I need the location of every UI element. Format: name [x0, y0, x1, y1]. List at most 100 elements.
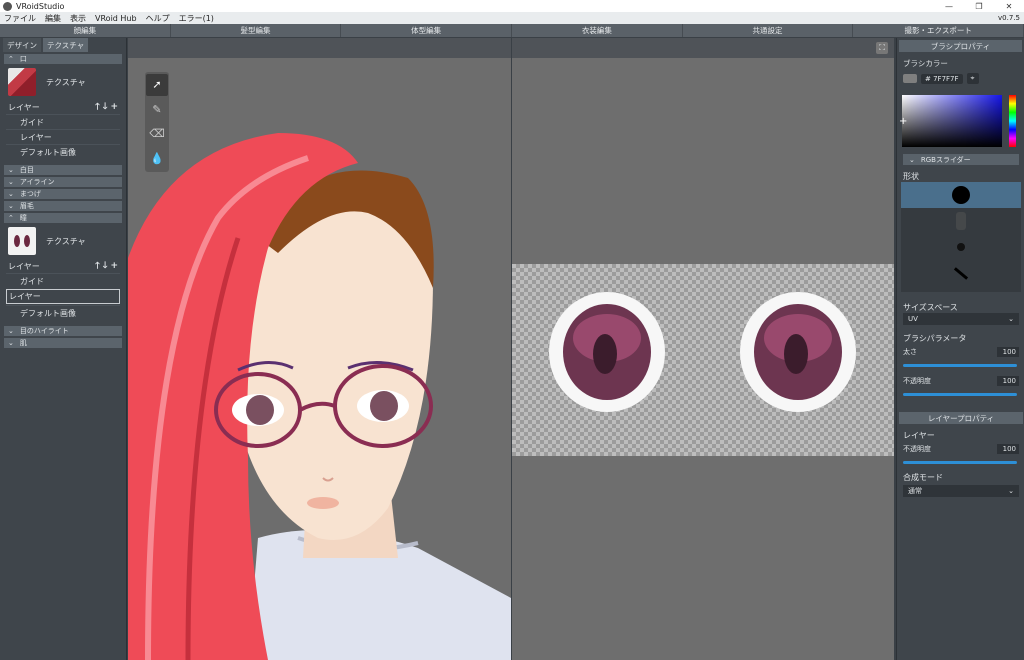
layer-opacity-input[interactable]: 100 — [997, 444, 1019, 454]
mode-tabs: 顔編集 髪型編集 体型編集 衣装編集 共通設定 撮影・エクスポート — [0, 24, 1024, 37]
thickness-input[interactable]: 100 — [997, 347, 1019, 357]
tab-texture[interactable]: テクスチャ — [43, 38, 89, 52]
menu-vroid-hub[interactable]: VRoid Hub — [95, 14, 137, 23]
blend-mode-select[interactable]: 通常 ⌄ — [903, 485, 1019, 497]
rgb-slider-toggle[interactable]: ⌄ RGBスライダー — [903, 154, 1019, 165]
pen-tool-icon[interactable]: ✎ — [146, 99, 168, 121]
hue-slider[interactable] — [1009, 95, 1016, 147]
opacity-slider[interactable] — [903, 393, 1017, 396]
opacity-input[interactable]: 100 — [997, 376, 1019, 386]
layer-item-layer[interactable]: レイヤー — [6, 129, 120, 144]
move-down-icon[interactable]: 🡓 — [103, 102, 108, 112]
section-eyeline[interactable]: ⌄ アイライン — [4, 177, 122, 187]
layer-label: レイヤー — [8, 261, 40, 271]
thickness-label: 太さ — [903, 348, 917, 356]
blend-mode-label: 合成モード — [903, 473, 943, 482]
layer-item-layer-selected[interactable]: レイヤー — [6, 289, 120, 304]
layer-item-guide[interactable]: ガイド — [6, 114, 120, 129]
texture-label: テクスチャ — [46, 236, 86, 246]
section-skin[interactable]: ⌄ 肌 — [4, 338, 122, 348]
brush-color-label: ブラシカラー — [903, 59, 948, 68]
size-space-label: サイズスペース — [903, 303, 958, 312]
texture-thumbnail — [8, 68, 36, 96]
section-mouth[interactable]: ⌃ 口 — [4, 54, 122, 64]
layer-section-label: レイヤー — [903, 431, 935, 440]
menu-view[interactable]: 表示 — [70, 13, 86, 24]
3d-viewport[interactable] — [128, 38, 511, 660]
tab-photo-export[interactable]: 撮影・エクスポート — [853, 24, 1024, 37]
maximize-icon[interactable]: ❐ — [964, 0, 994, 12]
layer-item-default[interactable]: デフォルト画像 — [6, 144, 120, 159]
tab-common-settings[interactable]: 共通設定 — [683, 24, 854, 37]
brush-shape-soft[interactable] — [901, 208, 1021, 234]
layer-item-guide[interactable]: ガイド — [6, 273, 120, 288]
title-bar: VRoidStudio — ❐ ✕ — [0, 0, 1024, 12]
select-tool-icon[interactable]: ➚ — [146, 74, 168, 96]
chevron-down-icon: ⌄ — [8, 166, 14, 174]
texture-label: テクスチャ — [46, 77, 86, 87]
texture-editor-canvas[interactable]: ⛶ — [512, 38, 894, 660]
brush-shape-round-hard[interactable] — [901, 182, 1021, 208]
brush-params-label: ブラシパラメータ — [903, 334, 967, 343]
section-eye-highlight[interactable]: ⌄ 目のハイライト — [4, 326, 122, 336]
texture-row-mouth[interactable]: テクスチャ — [0, 64, 126, 100]
tab-outfit-edit[interactable]: 衣装編集 — [512, 24, 683, 37]
color-picker-field[interactable]: + — [899, 95, 1002, 147]
app-logo-icon — [3, 1, 12, 11]
brush-color-swatch[interactable] — [903, 74, 917, 83]
chevron-up-icon: ⌃ — [8, 55, 14, 63]
eraser-tool-icon[interactable]: ⌫ — [146, 123, 168, 145]
layer-label: レイヤー — [8, 102, 40, 112]
move-down-icon[interactable]: 🡓 — [103, 261, 108, 271]
iris-texture — [549, 292, 856, 412]
tab-body-edit[interactable]: 体型編集 — [341, 24, 513, 37]
menu-errors[interactable]: エラー(1) — [179, 13, 214, 24]
menu-help[interactable]: ヘルプ — [146, 13, 170, 24]
tab-face-edit[interactable]: 顔編集 — [0, 24, 171, 37]
add-layer-icon[interactable]: + — [110, 102, 118, 112]
layer-item-default[interactable]: デフォルト画像 — [6, 305, 120, 320]
section-eyebrow[interactable]: ⌄ 眉毛 — [4, 201, 122, 211]
layer-opacity-slider[interactable] — [903, 461, 1017, 464]
chevron-down-icon: ⌄ — [8, 190, 14, 198]
layer-opacity-label: 不透明度 — [903, 445, 931, 453]
version-label: v0.7.5 — [998, 14, 1020, 22]
eyedropper-icon[interactable]: ⌖ — [966, 73, 979, 84]
menu-edit[interactable]: 編集 — [45, 13, 61, 24]
section-iris[interactable]: ⌃ 瞳 — [4, 213, 122, 223]
chevron-down-icon: ⌄ — [1008, 315, 1014, 323]
texture-row-iris[interactable]: テクスチャ — [0, 223, 126, 259]
brush-properties-header: ブラシプロパティ — [899, 40, 1022, 52]
thickness-slider[interactable] — [903, 364, 1017, 367]
opacity-label: 不透明度 — [903, 377, 931, 385]
tab-design[interactable]: デザイン — [3, 38, 41, 52]
layer-properties-header: レイヤープロパティ — [899, 412, 1023, 424]
left-panel: デザイン テクスチャ ⌃ 口 テクスチャ レイヤー 🡑 🡓 + ガイド レイヤー デフ… — [0, 38, 127, 660]
tool-palette: ➚ ✎ ⌫ 💧 — [145, 72, 169, 172]
chevron-up-icon: ⌃ — [8, 214, 14, 222]
brush-shape-list — [901, 182, 1021, 292]
menu-bar: ファイル 編集 表示 VRoid Hub ヘルプ エラー(1) v0.7.5 — [0, 12, 1024, 24]
texture-thumbnail — [8, 227, 36, 255]
chevron-down-icon: ⌄ — [909, 155, 915, 164]
chevron-down-icon: ⌄ — [1008, 487, 1014, 495]
close-icon[interactable]: ✕ — [994, 0, 1024, 12]
minimize-icon[interactable]: — — [934, 0, 964, 12]
tab-hair-edit[interactable]: 髪型編集 — [171, 24, 342, 37]
chevron-down-icon: ⌄ — [8, 327, 14, 335]
right-panel: ブラシプロパティ ブラシカラー # 7F7F7F ⌖ + ⌄ RGBスライダー 形… — [896, 38, 1024, 660]
brush-shape-small[interactable] — [901, 234, 1021, 260]
section-white-eye[interactable]: ⌄ 白目 — [4, 165, 122, 175]
shape-label: 形状 — [903, 172, 919, 181]
hex-color-input[interactable]: # 7F7F7F — [921, 73, 963, 84]
picker-cursor-icon: + — [899, 116, 908, 127]
add-layer-icon[interactable]: + — [110, 261, 118, 271]
menu-file[interactable]: ファイル — [4, 13, 36, 24]
chevron-down-icon: ⌄ — [8, 339, 14, 347]
move-up-icon[interactable]: 🡑 — [95, 102, 100, 112]
fill-tool-icon[interactable]: 💧 — [146, 148, 168, 170]
size-space-select[interactable]: UV ⌄ — [903, 313, 1019, 325]
brush-shape-line[interactable] — [901, 260, 1021, 286]
move-up-icon[interactable]: 🡑 — [95, 261, 100, 271]
section-eyelash[interactable]: ⌄ まつげ — [4, 189, 122, 199]
